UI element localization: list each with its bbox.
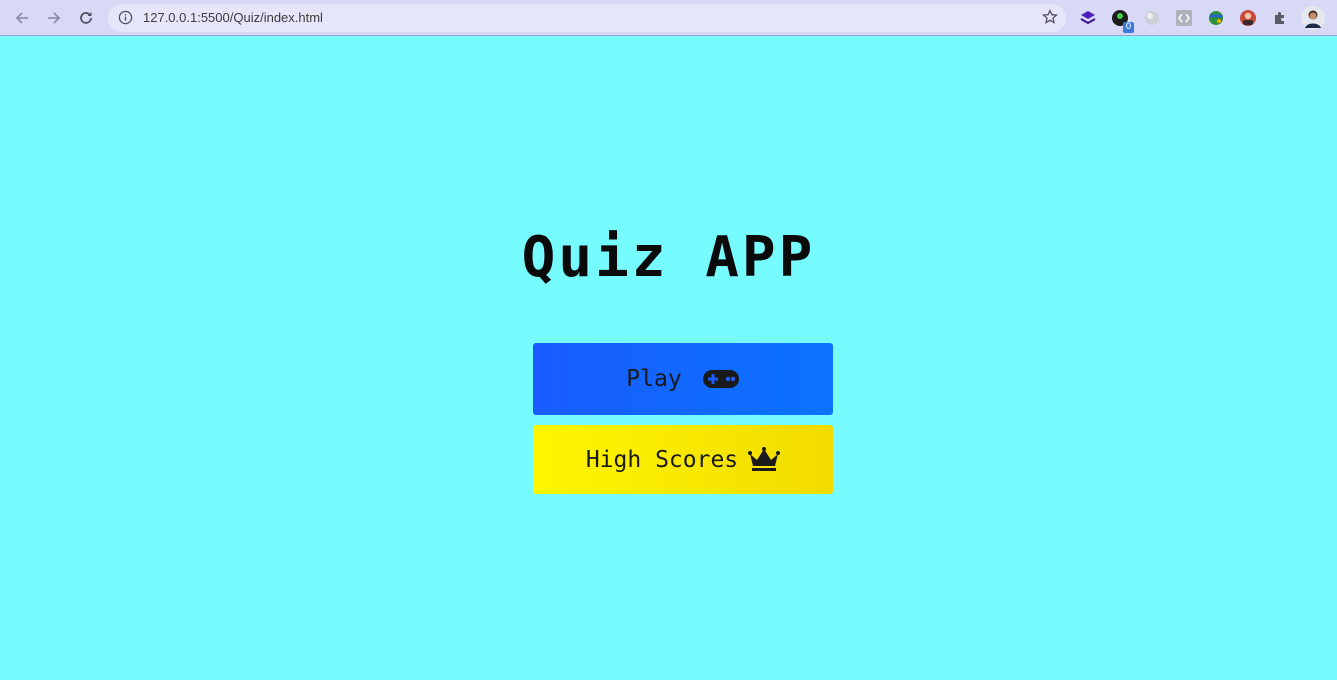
extension-badge-count: 0	[1123, 22, 1134, 33]
extension-layers-icon[interactable]	[1078, 8, 1098, 28]
url-text: 127.0.0.1:5500/Quiz/index.html	[143, 10, 323, 25]
browser-toolbar: 127.0.0.1:5500/Quiz/index.html 0	[0, 0, 1337, 36]
gamepad-icon	[702, 369, 740, 389]
extensions-puzzle-icon[interactable]	[1270, 8, 1290, 28]
reload-icon	[80, 12, 92, 24]
address-bar[interactable]: 127.0.0.1:5500/Quiz/index.html	[108, 4, 1066, 32]
high-scores-button[interactable]: High Scores	[533, 425, 833, 494]
extension-code-icon[interactable]	[1174, 8, 1194, 28]
forward-button[interactable]	[42, 6, 66, 30]
extension-badge-icon[interactable]: 0	[1110, 8, 1134, 33]
extension-globe-icon[interactable]	[1206, 8, 1226, 28]
play-button-label: Play	[626, 366, 682, 392]
back-button[interactable]	[10, 6, 34, 30]
page-title: Quiz APP	[521, 225, 816, 290]
arrow-left-icon	[15, 12, 28, 24]
info-icon[interactable]	[118, 10, 133, 30]
profile-avatar[interactable]	[1301, 6, 1325, 30]
crown-icon	[748, 446, 781, 473]
extension-sphere-icon[interactable]	[1142, 8, 1162, 28]
play-button[interactable]: Play	[533, 343, 833, 415]
arrow-right-icon	[48, 12, 61, 24]
high-scores-button-label: High Scores	[585, 446, 739, 473]
extension-avatar-icon[interactable]	[1238, 8, 1258, 28]
reload-button[interactable]	[74, 6, 98, 30]
bookmark-star-icon[interactable]	[1041, 8, 1059, 30]
